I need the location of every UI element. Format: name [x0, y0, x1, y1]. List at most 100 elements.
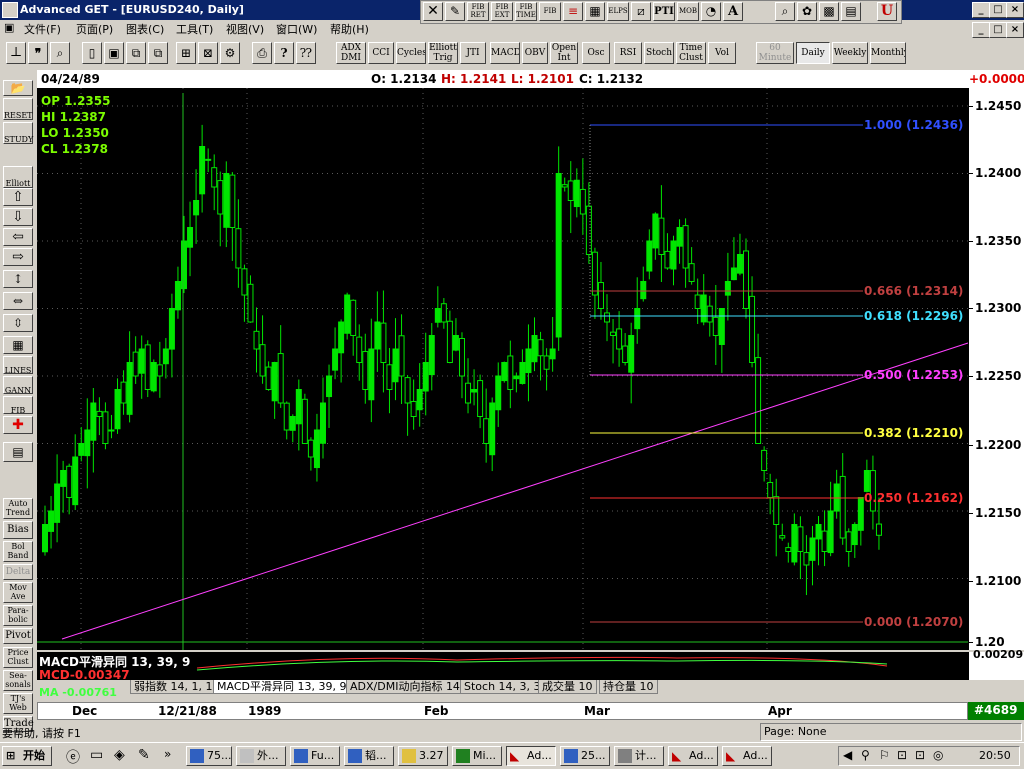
- tray-icon-2[interactable]: ⚐: [879, 748, 890, 762]
- open-folder-icon[interactable]: 📂: [3, 80, 33, 96]
- period-monthly-button[interactable]: Monthly: [870, 42, 906, 64]
- help-icon[interactable]: ?: [274, 42, 294, 64]
- pivot-button[interactable]: Pivot: [3, 628, 33, 644]
- checker-icon[interactable]: ▩: [819, 2, 839, 21]
- period-daily-button[interactable]: Daily: [796, 42, 830, 64]
- notes-icon[interactable]: ▤: [841, 2, 861, 21]
- magnet-icon[interactable]: U: [877, 2, 897, 21]
- network-icon[interactable]: ⊡: [897, 748, 907, 762]
- arrow-left-icon[interactable]: ⇦: [3, 228, 33, 246]
- zoom-icon[interactable]: ⌕: [775, 2, 795, 21]
- tab-adx-dmi[interactable]: ADX/DMI动向指标 14: [346, 680, 464, 694]
- menu-page[interactable]: 页面(P): [76, 21, 113, 37]
- delta-button[interactable]: Delta: [3, 564, 33, 580]
- seasonals-button[interactable]: Sea-sonals: [3, 670, 33, 691]
- mdi-minimize-button[interactable]: _: [972, 22, 990, 38]
- menu-tools[interactable]: 工具(T): [176, 21, 213, 37]
- jti-button[interactable]: JTI: [460, 42, 486, 64]
- cci-button[interactable]: CCI: [368, 42, 394, 64]
- close-button[interactable]: ×: [1006, 2, 1024, 18]
- menu-file[interactable]: 文件(F): [24, 21, 61, 37]
- arrow-down-icon[interactable]: ⇩: [3, 208, 33, 226]
- compress-icon[interactable]: ↕: [3, 270, 33, 288]
- text-tool-button[interactable]: A: [723, 2, 743, 21]
- fib-ext-button[interactable]: FIB EXT: [491, 2, 513, 21]
- period-weekly-button[interactable]: Weekly: [832, 42, 868, 64]
- scale-icon[interactable]: ⇳: [3, 314, 33, 332]
- fib-tool-button[interactable]: FIB: [3, 396, 33, 415]
- quicklaunch-more-icon[interactable]: »: [164, 747, 171, 761]
- auto-trend-button[interactable]: Auto Trend: [3, 498, 33, 519]
- tray-icon-4[interactable]: ◎: [933, 748, 943, 762]
- menu-window[interactable]: 窗口(W): [276, 21, 317, 37]
- task-button-1[interactable]: 75...: [186, 746, 232, 766]
- print-icon[interactable]: ⎙: [252, 42, 272, 64]
- osc-button[interactable]: Osc: [582, 42, 610, 64]
- settings-icon[interactable]: ⚙: [220, 42, 240, 64]
- mob-button[interactable]: MOB: [677, 2, 699, 21]
- cycles-button[interactable]: Cycles: [396, 42, 426, 64]
- pin-icon[interactable]: ⊥: [6, 42, 26, 64]
- tab-volume[interactable]: 成交量 10: [538, 680, 597, 694]
- save-icon[interactable]: ▣: [104, 42, 124, 64]
- tab-open-interest[interactable]: 持仓量 10: [599, 680, 658, 694]
- fib-time-button[interactable]: FIB TIME: [515, 2, 537, 21]
- bias-button[interactable]: Bias: [3, 521, 33, 539]
- maximize-button[interactable]: □: [989, 2, 1007, 18]
- arrow-right-icon[interactable]: ⇨: [3, 248, 33, 266]
- app-icon[interactable]: [2, 2, 18, 18]
- menu-help[interactable]: 帮助(H): [330, 21, 369, 37]
- context-help-icon[interactable]: ⁇: [296, 42, 316, 64]
- period-60-minute-button[interactable]: 60 Minute: [756, 42, 794, 64]
- quicklaunch-icon[interactable]: ✎: [138, 747, 150, 763]
- fib-ret-button[interactable]: FIB RET: [467, 2, 489, 21]
- tab-rsi[interactable]: 弱指数 14, 1, 1: [130, 680, 217, 694]
- arrow-up-icon[interactable]: ⇧: [3, 188, 33, 206]
- task-button-2[interactable]: 外...: [236, 746, 286, 766]
- task-button-6[interactable]: Mi...: [452, 746, 502, 766]
- chart-remove-icon[interactable]: ⊠: [198, 42, 218, 64]
- tab-stoch[interactable]: Stoch 14, 3, 3: [460, 680, 545, 694]
- macd-button[interactable]: MACD: [490, 42, 520, 64]
- quote-icon[interactable]: ❞: [28, 42, 48, 64]
- macd-panel[interactable]: MACD平滑异同 13, 39, 9 MCD-0.00347: [37, 652, 968, 682]
- menu-chart[interactable]: 图表(C): [126, 21, 164, 37]
- elliott-trig-button[interactable]: Elliott Trig: [428, 42, 458, 64]
- new-page-icon[interactable]: ▯: [82, 42, 102, 64]
- elliott-button[interactable]: Elliott: [3, 166, 33, 188]
- stoch-button[interactable]: Stoch: [644, 42, 674, 64]
- bol-band-button[interactable]: Bol Band: [3, 541, 33, 562]
- desktop-icon[interactable]: ▭: [90, 747, 103, 763]
- tray-icon-3[interactable]: ⊡: [915, 748, 925, 762]
- cross-tool-icon[interactable]: ✕: [423, 2, 443, 21]
- study-button[interactable]: STUDY: [3, 122, 33, 144]
- volume-icon[interactable]: ◀: [843, 748, 852, 762]
- open-int-button[interactable]: Open Int: [550, 42, 578, 64]
- price-axis[interactable]: 1.2450 1.2400 1.2350 1.2300 1.2250 1.2200 1.21…: [968, 88, 1024, 650]
- palette-icon[interactable]: ✿: [797, 2, 817, 21]
- expand-icon[interactable]: ⇔: [3, 292, 33, 310]
- task-button-7[interactable]: ◣ Ad...: [506, 746, 556, 766]
- gann-button[interactable]: GANN: [3, 376, 33, 395]
- adx-dmi-button[interactable]: ADX DMI: [336, 42, 366, 64]
- task-button-3[interactable]: Fu...: [290, 746, 340, 766]
- pencil-icon[interactable]: ✎: [445, 2, 465, 21]
- tray-icon-1[interactable]: ⚲: [861, 748, 870, 762]
- time-axis[interactable]: Dec 12/21/88 1989 Feb Mar Apr: [37, 702, 968, 720]
- grid-toggle-icon[interactable]: ▦: [3, 336, 33, 354]
- task-button-8[interactable]: 25...: [560, 746, 610, 766]
- task-button-11[interactable]: ◣ Ad...: [722, 746, 772, 766]
- file-menu-icon[interactable]: ▣: [4, 21, 14, 34]
- copy-icon[interactable]: ⧉: [126, 42, 146, 64]
- task-button-10[interactable]: ◣ Ad...: [668, 746, 718, 766]
- mdi-restore-button[interactable]: □: [989, 22, 1007, 38]
- start-button[interactable]: ⊞ 开始: [2, 746, 52, 766]
- rsi-button[interactable]: RSI: [614, 42, 642, 64]
- minimize-button[interactable]: _: [972, 2, 990, 18]
- paste-icon[interactable]: ⧉: [148, 42, 168, 64]
- channel-icon[interactable]: ⧄: [631, 2, 651, 21]
- obv-button[interactable]: OBV: [522, 42, 548, 64]
- time-clust-button[interactable]: Time Clust: [676, 42, 706, 64]
- mov-ave-button[interactable]: Mov Ave: [3, 582, 33, 603]
- fan-icon[interactable]: ≡: [563, 2, 583, 21]
